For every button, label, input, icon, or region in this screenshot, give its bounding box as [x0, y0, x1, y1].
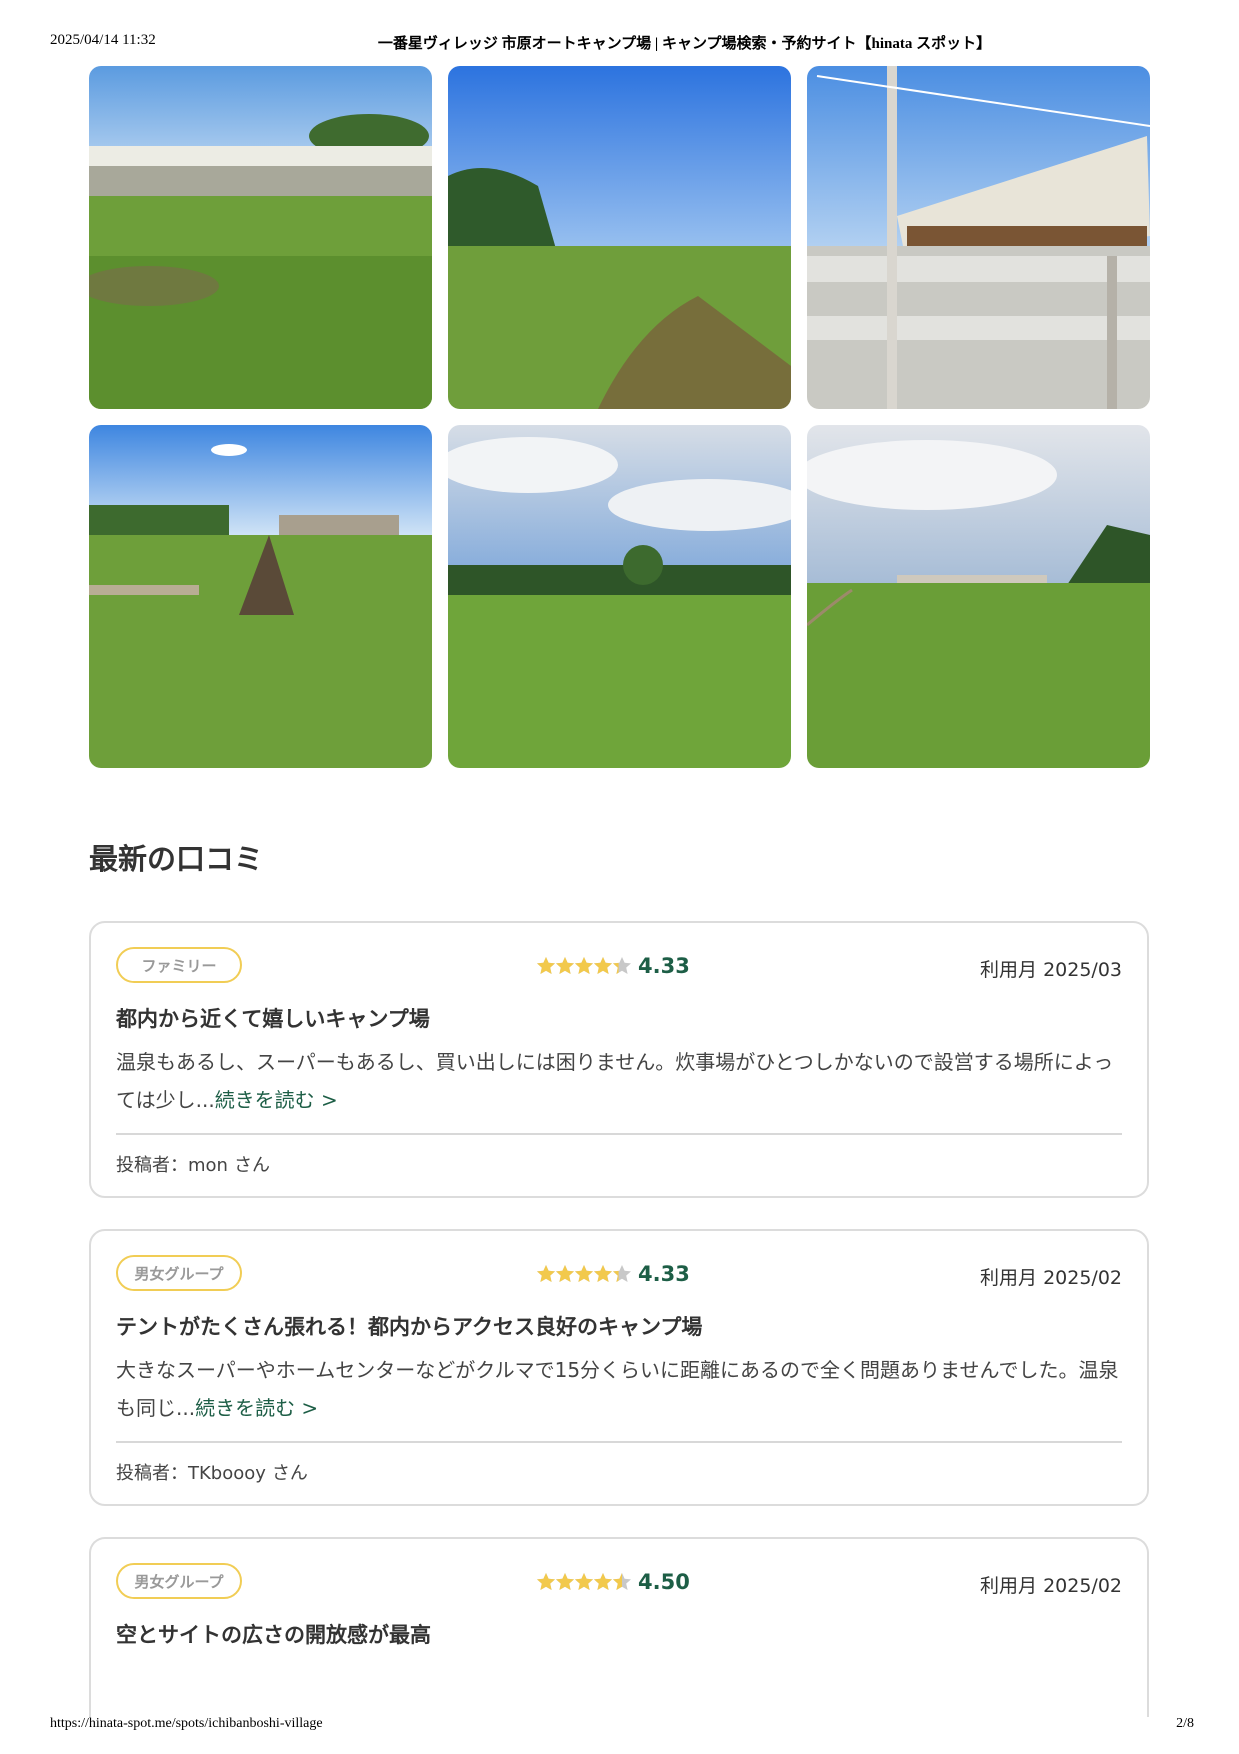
print-url: https://hinata-spot.me/spots/ichibanbosh… — [50, 1716, 323, 1731]
poster-name: 投稿者：TKboooy — [116, 1463, 266, 1484]
gallery-photo-6[interactable] — [807, 425, 1150, 768]
star-icon — [556, 957, 574, 974]
usage-label: 利用月 — [980, 959, 1038, 981]
usage-month: 利用月 2025/03 — [980, 955, 1122, 982]
photo-grass-tent — [89, 66, 432, 409]
review-card[interactable]: 男女グループ 4.33 利用月 2025/02 テントがたくさん張れる！都内からア… — [89, 1229, 1149, 1506]
star-icon — [594, 1265, 612, 1282]
usage-label: 利用月 — [980, 1267, 1038, 1289]
star-icon — [537, 1573, 555, 1590]
print-page-title: 一番星ヴィレッジ 市原オートキャンプ場 | キャンプ場検索・予約サイト【hina… — [377, 36, 992, 52]
latest-reviews-title: 最新の口コミ — [89, 842, 264, 876]
review-card[interactable]: 男女グループ 4.50 利用月 2025/02 空とサイトの広さの開放感が最高 — [89, 1537, 1149, 1717]
star-rating-icon — [536, 1264, 632, 1284]
review-rating: 4.33 — [536, 952, 690, 980]
review-card[interactable]: ファミリー 4.33 利用月 2025/03 都内から近くて嬉しいキャンプ場 温泉… — [89, 921, 1149, 1198]
gallery-photo-4[interactable] — [89, 425, 432, 768]
divider — [116, 1441, 1122, 1443]
gallery-photo-2[interactable] — [448, 66, 791, 409]
review-score: 4.33 — [638, 954, 690, 978]
usage-month-value: 2025/02 — [1043, 1267, 1122, 1289]
star-icon — [575, 1265, 593, 1282]
photo-wooden-deck — [807, 66, 1150, 409]
star-icon — [613, 1573, 631, 1590]
review-title: 都内から近くて嬉しいキャンプ場 — [116, 1007, 430, 1031]
divider — [116, 1133, 1122, 1135]
review-body: 温泉もあるし、スーパーもあるし、買い出しには困りません。炊事場がひとつしかないの… — [116, 1043, 1126, 1119]
star-icon — [556, 1265, 574, 1282]
review-score: 4.50 — [638, 1570, 690, 1594]
usage-month: 利用月 2025/02 — [980, 1571, 1122, 1598]
star-icon — [537, 1265, 555, 1282]
review-tag: 男女グループ — [116, 1255, 242, 1291]
review-score: 4.33 — [638, 1262, 690, 1286]
print-footer: https://hinata-spot.me/spots/ichibanbosh… — [0, 1714, 1239, 1738]
usage-month: 利用月 2025/02 — [980, 1263, 1122, 1290]
photo-open-field — [448, 66, 791, 409]
print-header: 2025/04/14 11:32 一番星ヴィレッジ 市原オートキャンプ場 | キ… — [0, 28, 1239, 58]
read-more-link[interactable]: 続きを読む > — [195, 1396, 318, 1420]
photo-campfire — [89, 425, 432, 768]
star-icon — [594, 957, 612, 974]
star-rating-icon — [536, 956, 632, 976]
review-title: テントがたくさん張れる！都内からアクセス良好のキャンプ場 — [116, 1315, 703, 1339]
usage-label: 利用月 — [980, 1575, 1038, 1597]
review-body: 大きなスーパーやホームセンターなどがクルマで15分くらいに距離にあるので全く問題… — [116, 1351, 1126, 1427]
star-icon — [613, 1265, 631, 1282]
gallery-photo-1[interactable] — [89, 66, 432, 409]
review-rating: 4.50 — [536, 1568, 690, 1596]
star-icon — [537, 957, 555, 974]
review-tag: ファミリー — [116, 947, 242, 983]
usage-month-value: 2025/03 — [1043, 959, 1122, 981]
review-rating: 4.33 — [536, 1260, 690, 1288]
poster-suffix: さん — [271, 1463, 308, 1484]
print-page-number: 2/8 — [1176, 1716, 1194, 1731]
star-rating-icon — [536, 1572, 632, 1592]
poster-suffix: さん — [233, 1155, 270, 1176]
photo-gallery — [89, 66, 1150, 768]
photo-wide-field — [448, 425, 791, 768]
star-icon — [556, 1573, 574, 1590]
review-title: 空とサイトの広さの開放感が最高 — [116, 1623, 431, 1647]
review-poster: 投稿者：TKboooy さん — [116, 1459, 308, 1485]
review-tag: 男女グループ — [116, 1563, 242, 1599]
star-icon — [613, 957, 631, 974]
read-more-link[interactable]: 続きを読む > — [215, 1088, 338, 1112]
review-poster: 投稿者：mon さん — [116, 1151, 270, 1177]
photo-field-building — [807, 425, 1150, 768]
usage-month-value: 2025/02 — [1043, 1575, 1122, 1597]
star-icon — [575, 957, 593, 974]
star-icon — [575, 1573, 593, 1590]
poster-name: 投稿者：mon — [116, 1155, 228, 1176]
gallery-photo-5[interactable] — [448, 425, 791, 768]
star-icon — [594, 1573, 612, 1590]
gallery-photo-3[interactable] — [807, 66, 1150, 409]
